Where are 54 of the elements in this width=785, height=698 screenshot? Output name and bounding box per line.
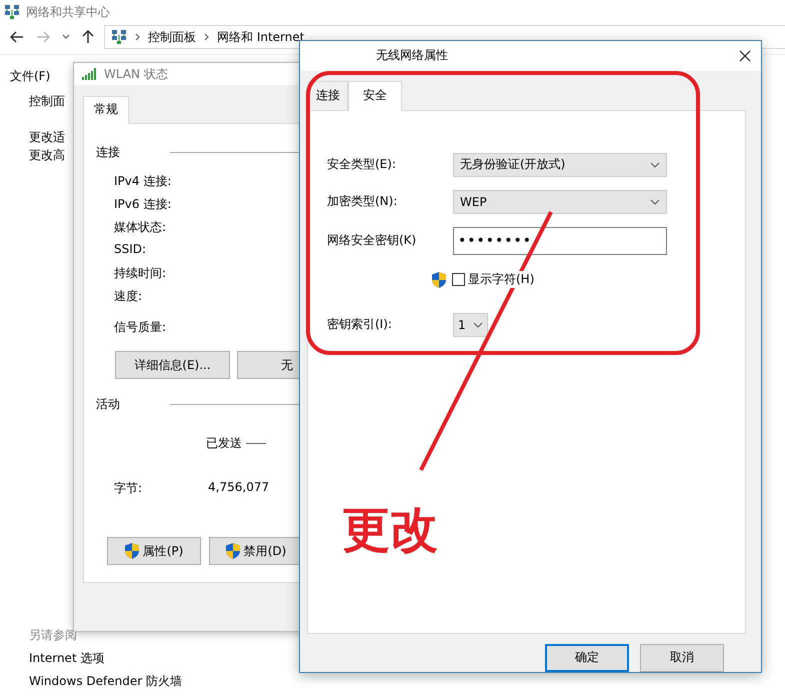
section-heading: 连接 [96,144,120,161]
chevron-right-icon [135,33,140,41]
dropdown[interactable]: 1 [453,312,488,337]
dropdown[interactable]: WEP [453,190,667,214]
password-field[interactable]: •••••••• [453,226,667,255]
shield-icon [432,272,446,288]
window-title: 网络和共享中心 [26,4,110,20]
field-label: SSID: [114,242,146,258]
see-also-link[interactable]: Windows Defender 防火墙 [29,673,182,690]
chevron-down-icon [650,162,660,168]
dropdown-chevron-icon[interactable] [62,34,70,40]
menu-item[interactable]: 文件(F) [10,68,50,84]
window-title: 无线网络属性 [376,47,448,64]
shield-icon [124,543,139,559]
signal-bars-icon [82,68,98,80]
see-also-link[interactable]: Internet 选项 [29,650,104,667]
field-label: IPv6 连接: [114,196,172,212]
field-label: 加密类型(N): [327,193,398,210]
field-label: 媒体状态: [114,219,166,235]
dropdown[interactable]: 无身份验证(开放式) [453,152,667,177]
breadcrumb-item[interactable]: 控制面板 [148,28,196,46]
ok-button[interactable]: 确定 [545,644,629,672]
chevron-down-icon [473,322,483,328]
field-label: 安全类型(E): [327,156,397,174]
field-label: 持续时间: [114,265,166,281]
details-button[interactable]: 详细信息(E)... [115,351,230,379]
chevron-right-icon [204,33,209,41]
field-label: IPv4 连接: [114,173,172,189]
shield-icon [226,543,240,559]
bytes-label: 字节: [114,480,142,497]
back-arrow-icon[interactable] [10,31,24,43]
properties-button[interactable]: 属性(P) [107,537,201,565]
breadcrumb-item[interactable]: 网络和 Internet [217,28,304,46]
annotation-label: 更改 [342,506,438,554]
sent-label: 已发送 [206,435,242,452]
bytes-value: 4,756,077 [208,480,270,496]
field-label: 网络安全密钥(K) [327,232,418,250]
up-arrow-icon[interactable] [82,30,94,44]
field-label: 速度: [114,288,142,304]
close-icon[interactable] [739,50,751,62]
field-label: 密钥索引(I): [327,316,393,334]
network-icon [4,4,20,20]
field-label: 信号质量: [114,319,166,335]
tab[interactable]: 连接 [308,80,348,110]
tab[interactable]: 安全 [348,80,402,111]
sidebar-link[interactable]: 更改适 [29,129,65,147]
section-heading: 活动 [96,396,120,413]
network-icon [111,29,127,45]
chevron-down-icon [650,198,660,205]
window-title: WLAN 状态 [104,66,168,82]
sidebar-link[interactable]: 更改高 [29,147,65,165]
tab[interactable]: 常规 [83,96,129,124]
sidebar-link[interactable]: 控制面 [29,93,65,111]
cancel-button[interactable]: 取消 [640,644,724,672]
